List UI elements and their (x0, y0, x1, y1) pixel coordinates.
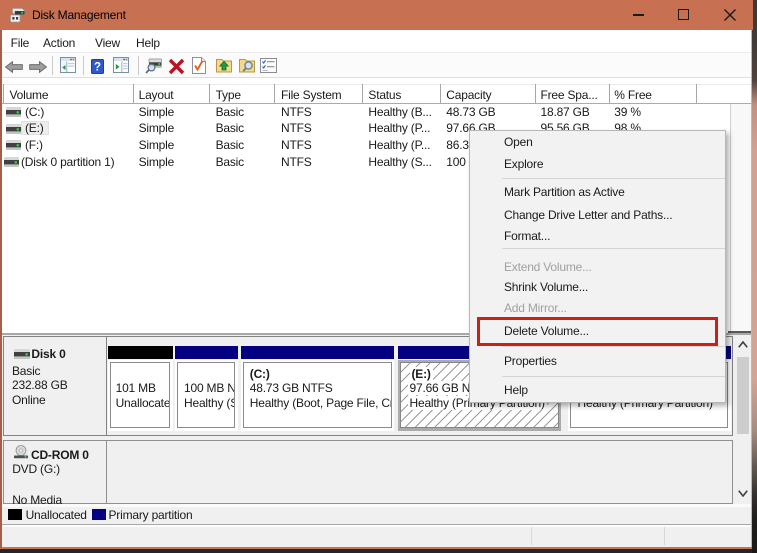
svg-text:?: ? (94, 62, 101, 74)
